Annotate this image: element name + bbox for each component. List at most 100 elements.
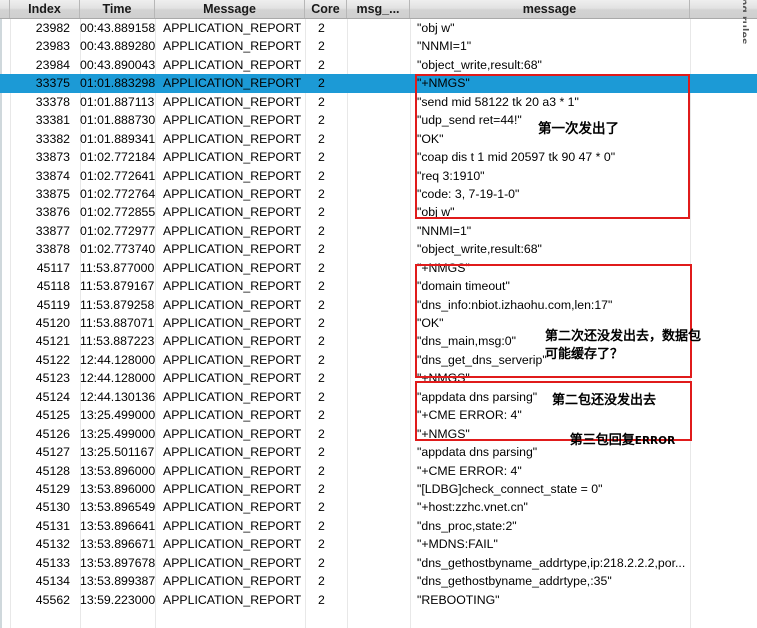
table-row[interactable]: 33877 01:02.772977 APPLICATION_REPORT 2 "NNM… bbox=[0, 222, 757, 240]
table-row[interactable]: 45562 13:59.223000 APPLICATION_REPORT 2 "REB… bbox=[0, 591, 757, 609]
cell-trailing bbox=[690, 406, 757, 424]
cell-message-text: "obj w" bbox=[417, 21, 455, 35]
row-gutter bbox=[0, 388, 10, 406]
cell-message: APPLICATION_REPORT bbox=[163, 592, 302, 607]
cell-message-text: "dns_proc,state:2" bbox=[417, 518, 517, 533]
cell-trailing bbox=[690, 443, 757, 461]
table-row[interactable]: 23983 00:43.889280 APPLICATION_REPORT 2 "NNM… bbox=[0, 37, 757, 55]
table-row[interactable]: 45131 13:53.896641 APPLICATION_REPORT 2 "dns… bbox=[0, 517, 757, 535]
cell-message-text: "obj w" bbox=[417, 205, 455, 220]
cell-trailing bbox=[690, 480, 757, 498]
cell-trailing bbox=[690, 517, 757, 535]
table-row[interactable]: 33876 01:02.772855 APPLICATION_REPORT 2 "obj… bbox=[0, 203, 757, 221]
row-gutter bbox=[0, 369, 10, 387]
annotation-text-2-line2: 可能缓存了？ bbox=[545, 347, 624, 362]
table-row[interactable]: 45133 13:53.897678 APPLICATION_REPORT 2 "dns… bbox=[0, 554, 757, 572]
table-row[interactable]: 45122 12:44.128000 APPLICATION_REPORT 2 "dns… bbox=[0, 351, 757, 369]
cell-index: 33876 bbox=[35, 205, 70, 220]
cell-trailing bbox=[690, 498, 757, 516]
column-header-time[interactable]: Time bbox=[80, 0, 155, 18]
row-gutter bbox=[0, 572, 10, 590]
table-row[interactable]: 33382 01:01.889341 APPLICATION_REPORT 2 "OK" bbox=[0, 130, 757, 148]
row-gutter bbox=[0, 185, 10, 203]
cell-time: 11:53.877000 bbox=[80, 260, 155, 275]
cell-core: 2 bbox=[318, 39, 325, 54]
cell-msgnum bbox=[347, 406, 410, 424]
cell-core: 2 bbox=[318, 279, 325, 294]
cell-time: 13:53.896641 bbox=[80, 518, 155, 533]
row-gutter bbox=[0, 240, 10, 258]
table-row[interactable]: 33381 01:01.888730 APPLICATION_REPORT 2 "udp… bbox=[0, 111, 757, 129]
column-header-msgnum[interactable]: msg_... bbox=[347, 0, 410, 18]
table-row[interactable]: 45118 11:53.879167 APPLICATION_REPORT 2 "dom… bbox=[0, 277, 757, 295]
cell-message-text: "NNMI=1" bbox=[417, 39, 472, 54]
table-row[interactable]: 33874 01:02.772641 APPLICATION_REPORT 2 "req… bbox=[0, 167, 757, 185]
row-gutter bbox=[0, 517, 10, 535]
cell-time: 12:44.128000 bbox=[80, 352, 155, 367]
cell-core: 2 bbox=[318, 592, 325, 607]
column-header-message[interactable]: Message bbox=[155, 0, 305, 18]
table-row[interactable]: 33873 01:02.772184 APPLICATION_REPORT 2 "coa… bbox=[0, 148, 757, 166]
table-row[interactable]: 45117 11:53.877000 APPLICATION_REPORT 2 "+NM… bbox=[0, 259, 757, 277]
cell-message: APPLICATION_REPORT bbox=[163, 242, 302, 257]
column-header-core[interactable]: Core bbox=[305, 0, 347, 18]
cell-core: 2 bbox=[318, 76, 325, 91]
cell-index: 33878 bbox=[35, 242, 70, 257]
column-header-message-text[interactable]: message bbox=[410, 0, 690, 18]
cell-trailing bbox=[690, 277, 757, 295]
table-row[interactable]: 23982 00:43.889158 APPLICATION_REPORT 2 "obj… bbox=[0, 19, 757, 37]
row-gutter bbox=[0, 314, 10, 332]
row-gutter bbox=[0, 443, 10, 461]
row-gutter bbox=[0, 591, 10, 609]
cell-trailing bbox=[690, 148, 757, 166]
cell-index: 45122 bbox=[35, 352, 70, 367]
row-gutter bbox=[0, 480, 10, 498]
cell-trailing bbox=[690, 203, 757, 221]
cell-time: 13:25.499000 bbox=[80, 408, 155, 423]
cell-message-text: "NNMI=1" bbox=[417, 223, 472, 238]
table-row[interactable]: 45134 13:53.899387 APPLICATION_REPORT 2 "dns… bbox=[0, 572, 757, 590]
annotation-text-3-line1: 第二包还没发出去 bbox=[552, 393, 657, 408]
cell-trailing bbox=[690, 535, 757, 553]
table-row[interactable]: 33878 01:02.773740 APPLICATION_REPORT 2 "obj… bbox=[0, 240, 757, 258]
row-gutter bbox=[0, 130, 10, 148]
cell-core: 2 bbox=[318, 408, 325, 423]
cell-message: APPLICATION_REPORT bbox=[163, 537, 302, 552]
cell-index: 45124 bbox=[35, 389, 70, 404]
row-gutter bbox=[0, 425, 10, 443]
cell-index: 45129 bbox=[35, 481, 70, 496]
table-row[interactable]: 33375 01:01.883298 APPLICATION_REPORT 2 "+NM… bbox=[0, 74, 757, 93]
cell-msgnum bbox=[347, 130, 410, 148]
table-row[interactable]: 33378 01:01.887113 APPLICATION_REPORT 2 "sen… bbox=[0, 93, 757, 111]
cell-message-text: "+NMGS" bbox=[417, 76, 470, 91]
table-row[interactable]: 33875 01:02.772764 APPLICATION_REPORT 2 "cod… bbox=[0, 185, 757, 203]
cell-message: APPLICATION_REPORT bbox=[163, 57, 302, 72]
cell-core: 2 bbox=[318, 481, 325, 496]
cell-time: 01:01.888730 bbox=[80, 113, 155, 128]
cell-time: 12:44.130136 bbox=[80, 389, 155, 404]
column-header-index[interactable]: Index bbox=[10, 0, 80, 18]
table-row[interactable]: 23984 00:43.890043 APPLICATION_REPORT 2 "obj… bbox=[0, 56, 757, 74]
cell-core: 2 bbox=[318, 186, 325, 201]
cell-core: 2 bbox=[318, 57, 325, 72]
table-row[interactable]: 45119 11:53.879258 APPLICATION_REPORT 2 "dns… bbox=[0, 296, 757, 314]
table-row[interactable]: 45123 12:44.128000 APPLICATION_REPORT 2 "+NM… bbox=[0, 369, 757, 387]
table-row[interactable]: 45130 13:53.896549 APPLICATION_REPORT 2 "+ho… bbox=[0, 498, 757, 516]
cell-core: 2 bbox=[318, 260, 325, 275]
cell-message: APPLICATION_REPORT bbox=[163, 334, 302, 349]
log-table-body[interactable]: 23982 00:43.889158 APPLICATION_REPORT 2 "obj… bbox=[0, 19, 757, 609]
cell-time: 00:43.889280 bbox=[80, 39, 155, 54]
row-gutter bbox=[0, 148, 10, 166]
cell-time: 01:01.887113 bbox=[80, 94, 155, 109]
cell-message-text: "object_write,result:68" bbox=[417, 57, 542, 72]
cell-trailing bbox=[690, 167, 757, 185]
table-row[interactable]: 45129 13:53.896000 APPLICATION_REPORT 2 "[LD… bbox=[0, 480, 757, 498]
row-gutter bbox=[0, 498, 10, 516]
cell-time: 11:53.887223 bbox=[80, 334, 155, 349]
cell-index: 45130 bbox=[35, 500, 70, 515]
cell-message-text: "coap dis t 1 mid 20597 tk 90 47 * 0" bbox=[417, 150, 616, 165]
row-gutter bbox=[0, 167, 10, 185]
table-row[interactable]: 45132 13:53.896671 APPLICATION_REPORT 2 "+MD… bbox=[0, 535, 757, 553]
cell-core: 2 bbox=[318, 371, 325, 386]
row-gutter bbox=[0, 37, 10, 55]
